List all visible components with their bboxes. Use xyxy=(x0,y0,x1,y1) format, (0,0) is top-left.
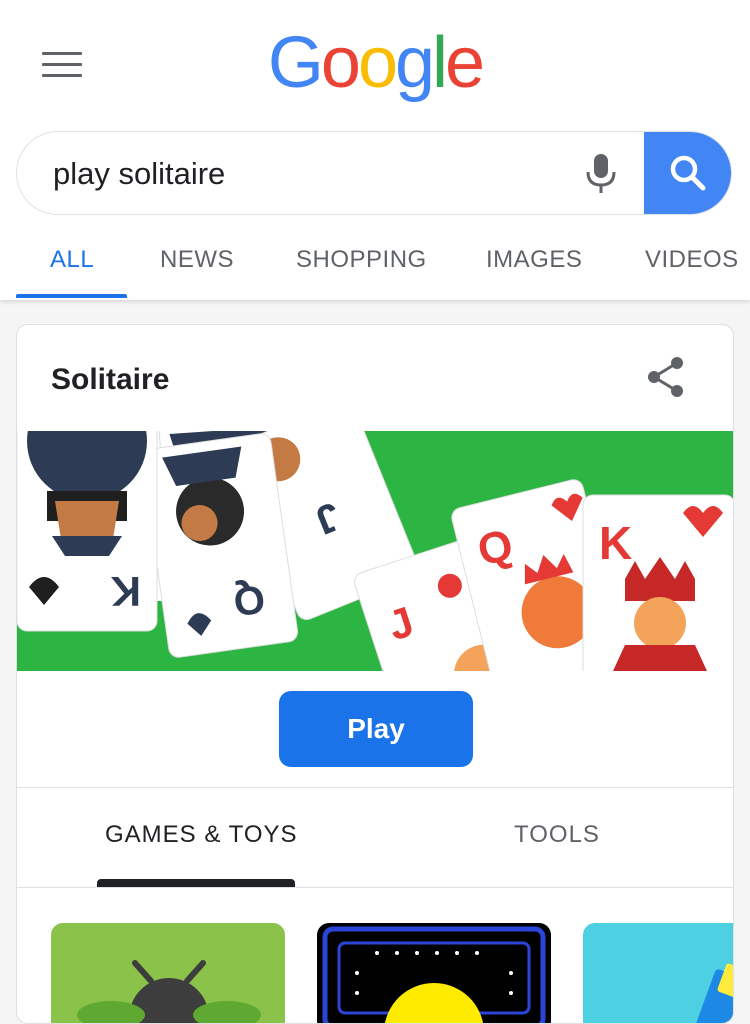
game-tile-tools[interactable] xyxy=(583,923,733,1023)
share-icon[interactable] xyxy=(645,355,687,399)
logo-letter: G xyxy=(267,23,324,103)
search-icon xyxy=(670,155,706,191)
subtab-games-toys[interactable]: GAMES & TOYS xyxy=(105,821,298,849)
search-button[interactable] xyxy=(644,132,731,214)
logo-letter: o xyxy=(320,23,361,103)
top-bar: Google play solitaire ALL NEWS SHOPPING … xyxy=(0,0,750,300)
svg-text:K: K xyxy=(599,517,632,569)
card-king-spades-front: K xyxy=(17,431,158,632)
game-tile-snake[interactable] xyxy=(51,923,285,1023)
active-subtab-indicator xyxy=(97,879,295,887)
logo-letter: g xyxy=(395,23,435,103)
svg-text:K: K xyxy=(111,568,141,615)
subtab-tools[interactable]: TOOLS xyxy=(514,821,600,849)
game-tile-pacman[interactable] xyxy=(317,923,551,1023)
tab-all[interactable]: ALL xyxy=(50,246,94,274)
search-box[interactable]: play solitaire xyxy=(16,131,732,215)
tab-images[interactable]: IMAGES xyxy=(486,246,582,274)
google-logo[interactable]: Google xyxy=(0,20,750,106)
search-input[interactable]: play solitaire xyxy=(53,156,225,192)
active-tab-indicator xyxy=(16,294,127,298)
solitaire-banner[interactable]: J Q K J Q K xyxy=(17,431,733,671)
logo-letter: o xyxy=(357,23,398,103)
card-king-hearts: K xyxy=(582,494,733,671)
search-tabs: ALL NEWS SHOPPING IMAGES VIDEOS xyxy=(0,228,750,300)
logo-letter: l xyxy=(432,23,448,103)
mic-icon[interactable] xyxy=(583,152,619,196)
play-button[interactable]: Play xyxy=(279,691,473,767)
tab-shopping[interactable]: SHOPPING xyxy=(296,246,427,274)
solitaire-card: Solitaire J Q K J Q K Play GAMES & TOYS … xyxy=(16,324,734,1024)
divider xyxy=(17,887,733,888)
tab-news[interactable]: NEWS xyxy=(160,246,234,274)
card-title: Solitaire xyxy=(51,363,170,396)
logo-letter: e xyxy=(445,23,485,103)
tab-videos[interactable]: VIDEOS xyxy=(645,246,739,274)
divider xyxy=(17,787,733,788)
svg-text:Q: Q xyxy=(231,576,268,624)
